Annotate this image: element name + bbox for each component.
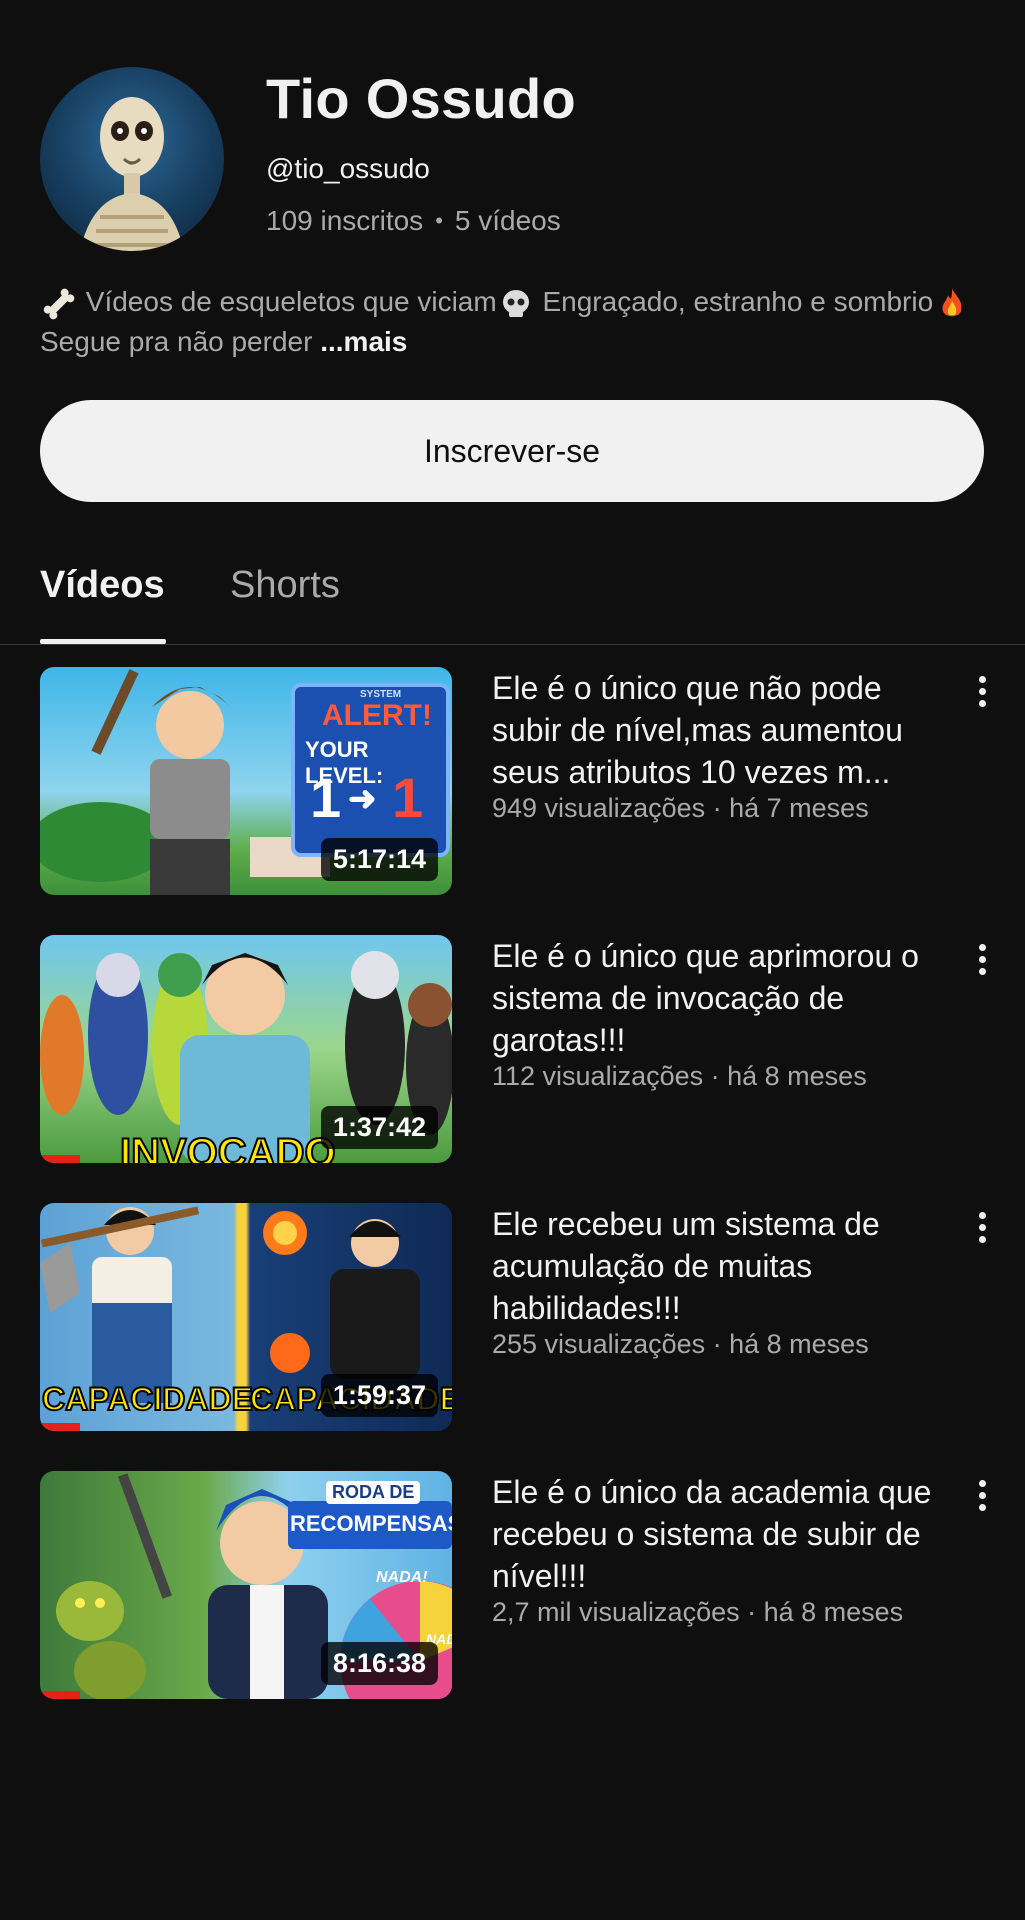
active-tab-indicator (40, 639, 166, 644)
video-count: 5 vídeos (454, 205, 561, 236)
channel-description[interactable]: Vídeos de esqueletos que viciam Engraçad… (40, 282, 990, 362)
video-title[interactable]: Ele recebeu um sistema de acumulação de … (492, 1203, 942, 1329)
tab-bar: Vídeos Shorts (0, 550, 1025, 645)
video-meta: 255 visualizações · há 8 meses (492, 1329, 869, 1359)
tab-videos[interactable]: Vídeos (40, 564, 165, 607)
channel-avatar[interactable] (40, 67, 224, 251)
video-duration: 8:16:38 (320, 1642, 438, 1685)
more-link[interactable]: ...mais (320, 326, 407, 357)
more-options-icon[interactable] (970, 941, 994, 981)
tab-shorts[interactable]: Shorts (230, 564, 340, 607)
thumbnail-caption: NADA! (376, 1569, 428, 1586)
thumbnail-caption: RODA DE (326, 1481, 421, 1504)
video-duration: 5:17:14 (320, 838, 438, 881)
video-thumbnail[interactable]: INVOCADO 1:37:42 (40, 935, 452, 1163)
video-item[interactable]: RODA DE RECOMPENSAS: NADA! NADA 8:16:38 … (40, 1471, 1000, 1701)
arrow-icon: ➜ (348, 780, 377, 818)
video-item[interactable]: CAPACIDADE: CAPACIDADE: 1:59:37 Ele rece… (40, 1203, 1000, 1433)
subscriber-count: 109 inscritos (266, 205, 424, 236)
bone-icon (43, 288, 75, 319)
thumbnail-caption: CAPACIDADE: (41, 1380, 265, 1418)
video-title[interactable]: Ele é o único que não pode subir de níve… (492, 667, 942, 793)
thumbnail-caption: RECOMPENSAS: (290, 1511, 452, 1536)
channel-handle: @tio_ossudo (266, 153, 430, 184)
channel-stats: 109 inscritos • 5 vídeos (266, 205, 561, 237)
more-options-icon[interactable] (970, 1477, 994, 1517)
more-options-icon[interactable] (970, 673, 994, 713)
video-meta: 949 visualizações · há 7 meses (492, 793, 869, 823)
description-text-4: Segue pra não perder (40, 326, 313, 357)
channel-name: Tio Ossudo (266, 67, 576, 130)
more-options-icon[interactable] (970, 1209, 994, 1249)
video-meta: 112 visualizações · há 8 meses (492, 1061, 867, 1091)
description-text-3: sombrio (833, 286, 934, 317)
video-thumbnail[interactable]: RODA DE RECOMPENSAS: NADA! NADA 8:16:38 (40, 1471, 452, 1699)
video-title[interactable]: Ele é o único da academia que recebeu o … (492, 1471, 942, 1597)
video-meta: 2,7 mil visualizações · há 8 meses (492, 1597, 904, 1627)
fire-icon (942, 288, 962, 316)
thumbnail-caption: 1 (310, 766, 342, 829)
video-duration: 1:59:37 (320, 1374, 438, 1417)
video-duration: 1:37:42 (320, 1106, 438, 1149)
description-text-2: Engraçado, estranho e (542, 286, 826, 317)
description-text-1: Vídeos de esqueletos que viciam (85, 286, 497, 317)
thumbnail-caption: ALERT! (322, 699, 432, 732)
video-thumbnail[interactable]: CAPACIDADE: CAPACIDADE: 1:59:37 (40, 1203, 452, 1431)
video-thumbnail[interactable]: SYSTEM ALERT! YOUR LEVEL: 1 ➜ 1 5:17:14 (40, 667, 452, 895)
video-item[interactable]: INVOCADO 1:37:42 Ele é o único que aprim… (40, 935, 1000, 1165)
skull-icon (502, 289, 529, 317)
thumbnail-caption: 1 (392, 766, 424, 829)
video-item[interactable]: SYSTEM ALERT! YOUR LEVEL: 1 ➜ 1 5:17:14 … (40, 667, 1000, 897)
video-title[interactable]: Ele é o único que aprimorou o sistema de… (492, 935, 942, 1061)
subscribe-button[interactable]: Inscrever-se (40, 400, 984, 502)
thumbnail-caption: INVOCADO (119, 1130, 337, 1163)
meta-separator: • (435, 208, 443, 233)
